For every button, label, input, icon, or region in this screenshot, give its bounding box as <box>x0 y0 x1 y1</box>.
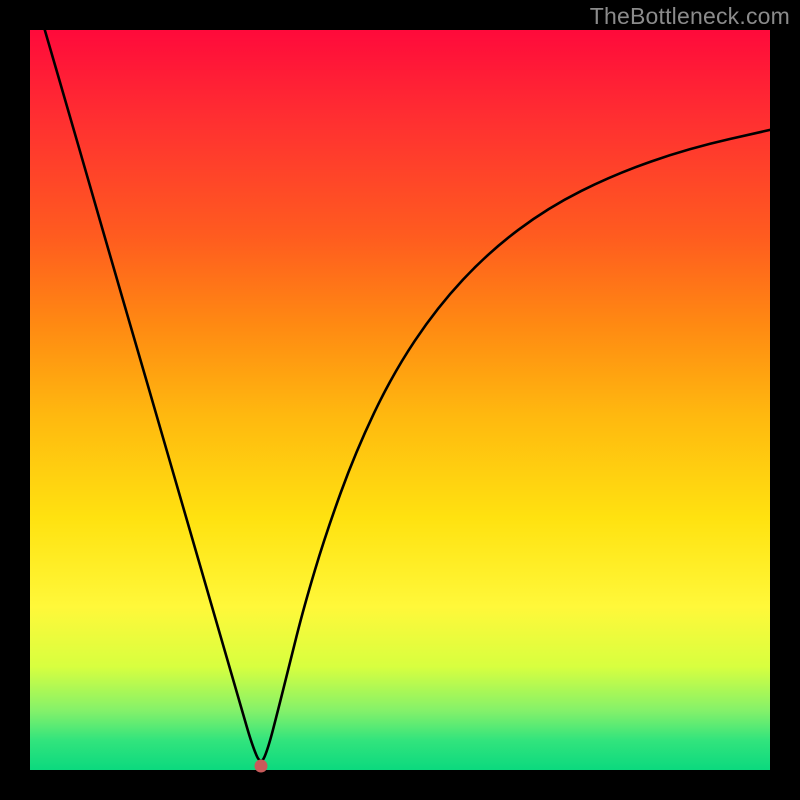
optimum-marker <box>254 759 267 772</box>
plot-area <box>30 30 770 770</box>
bottleneck-curve <box>30 30 770 770</box>
curve-path <box>45 30 770 761</box>
watermark-text: TheBottleneck.com <box>590 3 790 30</box>
chart-container: TheBottleneck.com <box>0 0 800 800</box>
